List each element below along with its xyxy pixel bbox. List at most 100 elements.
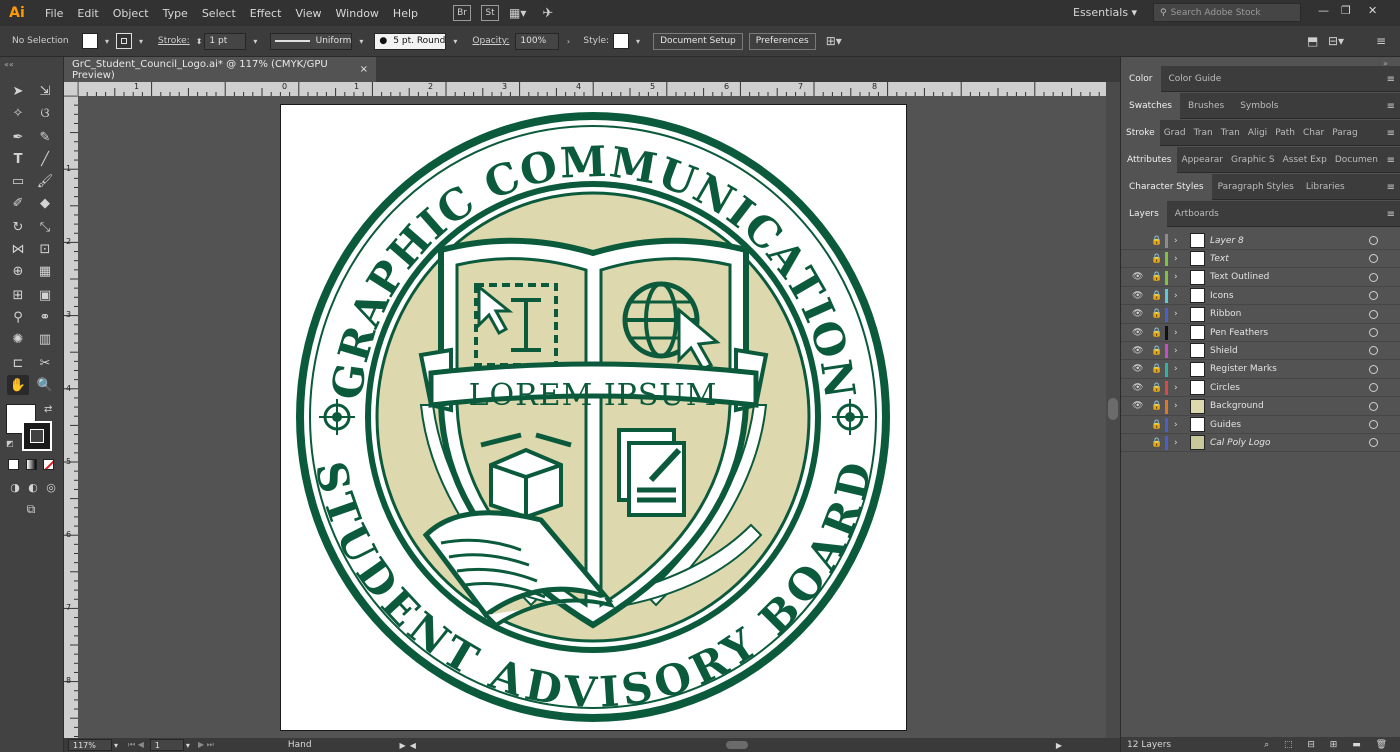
stroke-weight-dropdown-icon[interactable]: ▾: [246, 32, 264, 50]
mesh-tool-icon[interactable]: ⊞: [7, 285, 29, 305]
eraser-tool-icon[interactable]: ◆: [34, 193, 56, 213]
line-segment-tool-icon[interactable]: ╱: [34, 149, 56, 169]
preferences-button[interactable]: Preferences: [748, 32, 816, 50]
pen-tool-icon[interactable]: ✒: [7, 127, 29, 147]
layer-row[interactable]: 👁 🔒 › Text Outlined: [1121, 269, 1400, 287]
tab-pathfinder[interactable]: Path: [1271, 120, 1299, 146]
expand-arrow-icon[interactable]: ›: [1174, 401, 1178, 411]
document-tab[interactable]: GrC_Student_Council_Logo.ai* @ 117% (CMY…: [64, 57, 376, 82]
menu-edit[interactable]: Edit: [70, 7, 105, 20]
expand-arrow-icon[interactable]: ›: [1174, 272, 1178, 282]
opacity-label[interactable]: Opacity:: [472, 36, 509, 46]
symbol-sprayer-tool-icon[interactable]: ✺: [7, 329, 29, 349]
tab-transparency[interactable]: Tran: [1190, 120, 1217, 146]
magic-wand-tool-icon[interactable]: ✧: [7, 103, 29, 123]
lasso-tool-icon[interactable]: ଓ: [34, 103, 56, 123]
document-setup-button[interactable]: Document Setup: [653, 32, 743, 50]
style-dropdown-icon[interactable]: ▾: [629, 32, 647, 50]
tab-transform[interactable]: Tran: [1217, 120, 1244, 146]
lock-icon[interactable]: 🔒: [1151, 346, 1162, 356]
opacity-field[interactable]: 100%: [515, 32, 560, 50]
next-artboard-icon[interactable]: ▶ ⏭: [198, 740, 214, 750]
lock-icon[interactable]: 🔒: [1151, 401, 1162, 411]
layer-name[interactable]: Layer 8: [1210, 236, 1244, 246]
visibility-eye-icon[interactable]: 👁: [1132, 364, 1143, 374]
tab-layers[interactable]: Layers: [1121, 200, 1167, 227]
horizontal-scrollbar[interactable]: [416, 741, 1056, 749]
zoom-field[interactable]: 117%: [68, 739, 112, 751]
layer-name[interactable]: Circles: [1210, 383, 1240, 393]
visibility-eye-icon[interactable]: 👁: [1132, 291, 1143, 301]
blend-tool-icon[interactable]: ⚭: [34, 307, 56, 327]
panel-menu-icon[interactable]: ≡: [1387, 128, 1395, 139]
menu-view[interactable]: View: [288, 7, 328, 20]
tab-stroke[interactable]: Stroke: [1121, 119, 1160, 146]
expand-arrow-icon[interactable]: ›: [1174, 291, 1178, 301]
width-tool-icon[interactable]: ⋈: [7, 239, 29, 259]
profile-dropdown-icon[interactable]: ▾: [352, 32, 370, 50]
scroll-right-icon[interactable]: ▶: [1056, 741, 1062, 750]
panel-menu-icon[interactable]: ≡: [1387, 101, 1395, 112]
layer-target-icon[interactable]: [1369, 383, 1378, 393]
graphic-style-swatch[interactable]: [613, 33, 630, 49]
layer-row[interactable]: 🔒 › Cal Poly Logo: [1121, 434, 1400, 453]
lock-icon[interactable]: 🔒: [1151, 309, 1162, 319]
expand-arrow-icon[interactable]: ›: [1174, 438, 1178, 448]
tab-gradient[interactable]: Grad: [1160, 120, 1190, 146]
tab-paragraph-styles[interactable]: Paragraph Styles: [1212, 174, 1300, 200]
visibility-eye-icon[interactable]: 👁: [1132, 272, 1143, 282]
close-window-button[interactable]: ✕: [1368, 4, 1377, 17]
layer-row[interactable]: 👁 🔒 › Pen Feathers: [1121, 324, 1400, 342]
layer-target-icon[interactable]: [1369, 420, 1378, 429]
tab-paragraph[interactable]: Parag: [1328, 120, 1361, 146]
lock-icon[interactable]: 🔒: [1151, 438, 1162, 448]
layer-name[interactable]: Pen Feathers: [1210, 328, 1268, 338]
curvature-tool-icon[interactable]: ✎: [34, 127, 56, 147]
layer-name[interactable]: Ribbon: [1210, 309, 1241, 319]
layer-row[interactable]: 👁 🔒 › Background: [1121, 398, 1400, 416]
layer-name[interactable]: Background: [1210, 401, 1264, 411]
layer-name[interactable]: Icons: [1210, 291, 1234, 301]
layer-name[interactable]: Text Outlined: [1210, 272, 1269, 282]
panel-menu-icon[interactable]: ≡: [1387, 182, 1395, 193]
arrange-documents-icon[interactable]: ▦▾: [509, 6, 526, 20]
expand-arrow-icon[interactable]: ›: [1174, 420, 1178, 430]
layer-name[interactable]: Shield: [1210, 346, 1238, 356]
ruler-origin[interactable]: [64, 82, 78, 96]
logo-artwork[interactable]: GRAPHIC COMMUNICATION STUDENT ADVISORY B…: [281, 105, 906, 730]
layer-target-icon[interactable]: [1369, 364, 1378, 374]
layer-name[interactable]: Text: [1210, 254, 1229, 264]
tab-align[interactable]: Aligi: [1244, 120, 1271, 146]
panel-menu-icon[interactable]: ≡: [1387, 155, 1395, 166]
arrange-panel-icon[interactable]: ⬒: [1307, 34, 1318, 48]
layer-target-icon[interactable]: [1369, 346, 1378, 356]
free-transform-tool-icon[interactable]: ⊡: [34, 239, 56, 259]
vertical-scroll-thumb[interactable]: [1108, 398, 1118, 420]
fill-dropdown-icon[interactable]: ▾: [98, 32, 116, 50]
tab-symbols[interactable]: Symbols: [1232, 93, 1286, 119]
bridge-button[interactable]: Br: [453, 5, 471, 21]
stock-button[interactable]: St: [481, 5, 499, 21]
expand-arrow-icon[interactable]: ›: [1174, 364, 1178, 374]
zoom-tool-icon[interactable]: 🔍: [34, 375, 56, 395]
brush-definition[interactable]: ● 5 pt. Round: [374, 32, 447, 50]
tab-brushes[interactable]: Brushes: [1180, 93, 1232, 119]
layer-name[interactable]: Cal Poly Logo: [1210, 438, 1271, 448]
tab-character-styles[interactable]: Character Styles: [1121, 173, 1212, 200]
menu-file[interactable]: File: [38, 7, 70, 20]
layer-target-icon[interactable]: [1369, 438, 1378, 448]
tab-color[interactable]: Color: [1121, 65, 1161, 92]
stroke-swatch[interactable]: [116, 33, 132, 49]
expand-arrow-icon[interactable]: ›: [1174, 346, 1178, 356]
layer-target-icon[interactable]: [1369, 309, 1378, 319]
visibility-eye-icon[interactable]: 👁: [1132, 346, 1143, 356]
tab-document-info[interactable]: Documen: [1331, 147, 1382, 173]
visibility-eye-icon[interactable]: 👁: [1132, 309, 1143, 319]
screen-mode-icon[interactable]: ⧉: [20, 499, 42, 519]
zoom-dropdown-icon[interactable]: ▾: [114, 741, 118, 750]
artboard[interactable]: GRAPHIC COMMUNICATION STUDENT ADVISORY B…: [280, 104, 907, 731]
perspective-grid-tool-icon[interactable]: ▦: [34, 261, 56, 281]
layer-target-icon[interactable]: [1369, 328, 1378, 337]
menu-type[interactable]: Type: [156, 7, 195, 20]
lock-icon[interactable]: 🔒: [1151, 383, 1162, 393]
